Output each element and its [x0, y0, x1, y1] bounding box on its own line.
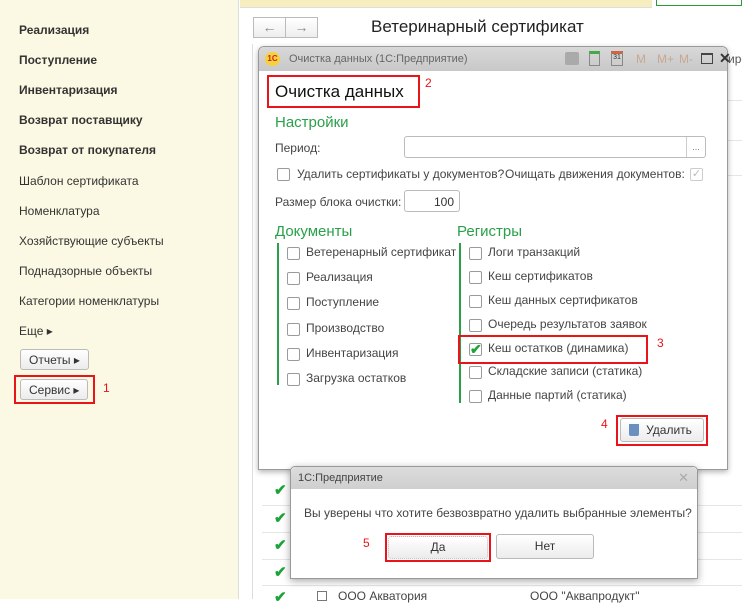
register-item-label: Очередь результатов заявок — [488, 317, 647, 331]
register-item-label: Складские записи (статика) — [488, 364, 643, 378]
dialog-message: Вы уверены что хотите безвозвратно удали… — [304, 506, 692, 520]
register-item-checkbox[interactable] — [469, 247, 482, 260]
document-item-label: Производство — [306, 321, 385, 335]
dialog-titlebar[interactable]: 1С:Предприятие ✕ — [291, 467, 697, 489]
dialog-close-icon[interactable]: ✕ — [678, 470, 689, 486]
sidebar-item-nomenclature[interactable]: Номенклатура — [19, 204, 100, 218]
register-item-label: Данные партий (статика) — [488, 388, 627, 402]
window-title: Очистка данных (1С:Предприятие) — [289, 53, 468, 65]
annotation-box-4 — [616, 415, 708, 446]
memory-minus-button[interactable]: M- — [679, 52, 693, 66]
sidebar-item-entities[interactable]: Хозяйствующие субъекты — [19, 234, 164, 248]
register-item-label: Логи транзакций — [488, 245, 581, 259]
list-row-name: ООО Акватория — [338, 589, 428, 603]
clear-moves-label: Очищать движения документов: — [505, 167, 685, 181]
registers-heading: Регистры — [457, 223, 523, 240]
document-icon — [317, 591, 327, 601]
sidebar-item-receipt[interactable]: Поступление — [19, 53, 97, 67]
list-divider — [262, 585, 742, 586]
calendar-icon[interactable]: 31 — [611, 51, 623, 66]
register-item-checkbox[interactable] — [469, 319, 482, 332]
register-item-checkbox[interactable] — [469, 366, 482, 379]
sidebar-item-return-supplier[interactable]: Возврат поставщику — [19, 113, 143, 127]
registers-group-line — [459, 243, 461, 403]
document-item-checkbox[interactable] — [287, 272, 300, 285]
memory-plus-button[interactable]: M+ — [657, 52, 674, 66]
sidebar-item-more[interactable]: Еще ▸ — [19, 324, 53, 338]
check-icon: ✔ — [274, 589, 287, 606]
close-icon[interactable]: ✕ — [719, 50, 731, 67]
sidebar-item-cert-template[interactable]: Шаблон сертификата — [19, 174, 139, 188]
reports-button[interactable]: Отчеты ▸ — [20, 349, 89, 370]
document-item-checkbox[interactable] — [287, 348, 300, 361]
annotation-number-5: 5 — [363, 536, 370, 550]
settings-heading: Настройки — [275, 114, 349, 131]
period-input[interactable]: ... — [404, 136, 706, 158]
document-item-label: Инвентаризация — [306, 346, 399, 360]
annotation-number-4: 4 — [601, 417, 608, 431]
annotation-box-5 — [385, 533, 491, 562]
period-label: Период: — [275, 141, 321, 155]
sidebar-item-objects[interactable]: Поднадзорные объекты — [19, 264, 152, 278]
top-tab — [656, 0, 742, 6]
check-icon: ✔ — [274, 510, 287, 527]
document-item-label: Реализация — [306, 270, 373, 284]
maximize-icon[interactable] — [701, 53, 713, 64]
window-titlebar[interactable]: 1С Очистка данных (1С:Предприятие) 31 M … — [259, 47, 731, 71]
register-item-checkbox[interactable] — [469, 271, 482, 284]
list-row-org: ООО "Аквапродукт" — [530, 589, 640, 603]
check-icon: ✔ — [274, 564, 287, 581]
forward-button[interactable]: → — [285, 17, 318, 38]
documents-group-line — [277, 243, 279, 385]
dialog-title: 1С:Предприятие — [298, 472, 383, 484]
sidebar: Реализация Поступление Инвентаризация Во… — [0, 0, 239, 599]
clear-moves-checkbox[interactable]: ✓ — [690, 168, 703, 181]
check-icon: ✔ — [274, 482, 287, 499]
sidebar-item-categories[interactable]: Категории номенклатуры — [19, 294, 159, 308]
block-size-label: Размер блока очистки: — [275, 195, 402, 209]
check-icon: ✔ — [274, 537, 287, 554]
document-item-label: Ветеренарный сертификат — [306, 245, 457, 259]
document-item-checkbox[interactable] — [287, 297, 300, 310]
calculator-icon[interactable] — [589, 51, 600, 66]
document-item-label: Загрузка остатков — [306, 371, 407, 385]
confirm-dialog: 1С:Предприятие ✕ Вы уверены что хотите б… — [290, 466, 698, 579]
annotation-number-3: 3 — [657, 336, 664, 350]
document-item-checkbox[interactable] — [287, 247, 300, 260]
back-button[interactable]: ← — [253, 17, 286, 38]
register-item-label: Кеш данных сертификатов — [488, 293, 638, 307]
sidebar-item-inventory[interactable]: Инвентаризация — [19, 83, 118, 97]
no-button[interactable]: Нет — [496, 534, 594, 559]
document-item-checkbox[interactable] — [287, 373, 300, 386]
delete-certs-label: Удалить сертификаты у документов? — [297, 167, 505, 181]
cleanup-window: 1С Очистка данных (1С:Предприятие) 31 M … — [258, 46, 731, 470]
period-select-button[interactable]: ... — [686, 137, 705, 157]
memory-button[interactable]: M — [636, 52, 646, 66]
1c-logo-icon: 1С — [265, 52, 280, 66]
register-item-checkbox[interactable] — [469, 295, 482, 308]
register-item-checkbox[interactable] — [469, 390, 482, 403]
annotation-number-1: 1 — [103, 381, 110, 395]
top-bar — [240, 0, 652, 8]
document-item-checkbox[interactable] — [287, 323, 300, 336]
annotation-box-2 — [267, 75, 420, 108]
page-title: Ветеринарный сертификат — [371, 17, 584, 36]
annotation-number-2: 2 — [425, 76, 432, 90]
annotation-box-1 — [14, 375, 95, 404]
annotation-box-3 — [458, 335, 648, 364]
document-item-label: Поступление — [306, 295, 380, 309]
delete-certs-checkbox[interactable] — [277, 168, 290, 181]
sidebar-item-sales[interactable]: Реализация — [19, 23, 89, 37]
sidebar-item-return-customer[interactable]: Возврат от покупателя — [19, 143, 156, 157]
print-icon[interactable] — [565, 52, 579, 65]
block-size-input[interactable]: 100 — [404, 190, 460, 212]
register-item-label: Кеш сертификатов — [488, 269, 593, 283]
documents-heading: Документы — [275, 223, 353, 240]
